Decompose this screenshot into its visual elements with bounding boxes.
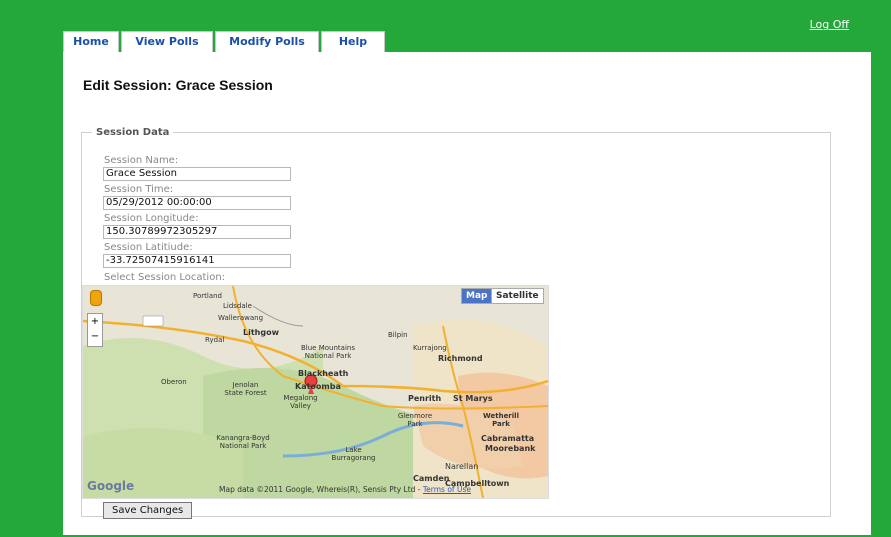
map-place-label: Lithgow: [243, 328, 279, 337]
map-place-label: Jenolan State Forest: [224, 381, 267, 397]
session-name-input[interactable]: [103, 167, 291, 181]
map-attribution: Map data ©2011 Google, Whereis(R), Sensi…: [219, 485, 471, 494]
map-place-label: Kurrajong: [413, 344, 447, 352]
content-panel: Edit Session: Grace Session Session Data…: [63, 52, 871, 535]
location-map[interactable]: + − Map Satellite Portland Lidsdale Wall…: [82, 285, 549, 499]
satellite-type-button[interactable]: Satellite: [491, 288, 544, 304]
map-place-label: Wallerawang: [218, 314, 264, 322]
logoff-link[interactable]: Log Off: [810, 18, 849, 31]
map-type-button[interactable]: Map: [461, 288, 493, 304]
map-place-label: St Marys: [453, 394, 493, 403]
tab-home[interactable]: Home: [63, 31, 119, 52]
zoom-control[interactable]: + −: [87, 313, 103, 347]
session-time-label: Session Time:: [104, 184, 174, 195]
zoom-out-button[interactable]: −: [88, 329, 102, 344]
map-place-label: Rydal: [205, 336, 225, 344]
tab-help[interactable]: Help: [321, 31, 385, 52]
attribution-text: Map data ©2011 Google, Whereis(R), Sensi…: [219, 485, 421, 494]
map-place-label: Kanangra-Boyd National Park: [216, 434, 270, 450]
map-place-label: Lidsdale: [223, 302, 252, 310]
map-place-label: Penrith: [408, 394, 442, 403]
map-place-label: Cabramatta: [481, 434, 535, 443]
map-place-label: Blackheath: [298, 369, 349, 378]
session-data-fieldset: Session Data Session Name: Session Time:…: [81, 127, 831, 519]
map-place-label: Glenmore Park: [397, 412, 433, 428]
session-name-label: Session Name:: [104, 155, 179, 166]
page-title: Edit Session: Grace Session: [83, 77, 273, 93]
street-view-pegman-icon[interactable]: [90, 290, 102, 306]
session-time-input[interactable]: [103, 196, 291, 210]
map-place-label: Wetherill Park: [483, 412, 519, 428]
map-select-label: Select Session Location:: [104, 272, 226, 283]
map-place-label: Lake Burragorang: [331, 446, 376, 462]
map-place-label: Katoomba: [295, 382, 341, 391]
map-place-label: Blue Mountains National Park: [301, 344, 355, 360]
map-place-label: Richmond: [438, 354, 483, 363]
zoom-in-button[interactable]: +: [88, 314, 102, 329]
map-place-label: Oberon: [161, 378, 187, 386]
map-place-label: Narellan: [445, 462, 479, 471]
map-place-label: Portland: [193, 292, 222, 300]
fieldset-legend: Session Data: [96, 127, 170, 138]
session-latitude-input[interactable]: [103, 254, 291, 268]
tab-modify-polls[interactable]: Modify Polls: [215, 31, 319, 52]
main-nav: Home View Polls Modify Polls Help: [63, 31, 385, 52]
tab-view-polls[interactable]: View Polls: [121, 31, 213, 52]
map-place-label: Camden: [413, 474, 450, 483]
google-logo: Google: [87, 479, 135, 493]
map-place-label: Megalong Valley: [283, 394, 318, 410]
session-latitude-label: Session Latitiude:: [104, 242, 193, 253]
terms-of-use-link[interactable]: Terms of Use: [423, 485, 471, 494]
session-longitude-input[interactable]: [103, 225, 291, 239]
save-changes-button[interactable]: Save Changes: [103, 502, 193, 519]
map-place-label: Bilpin: [388, 331, 408, 339]
map-place-label: Moorebank: [485, 444, 536, 453]
session-longitude-label: Session Longitude:: [104, 213, 199, 224]
